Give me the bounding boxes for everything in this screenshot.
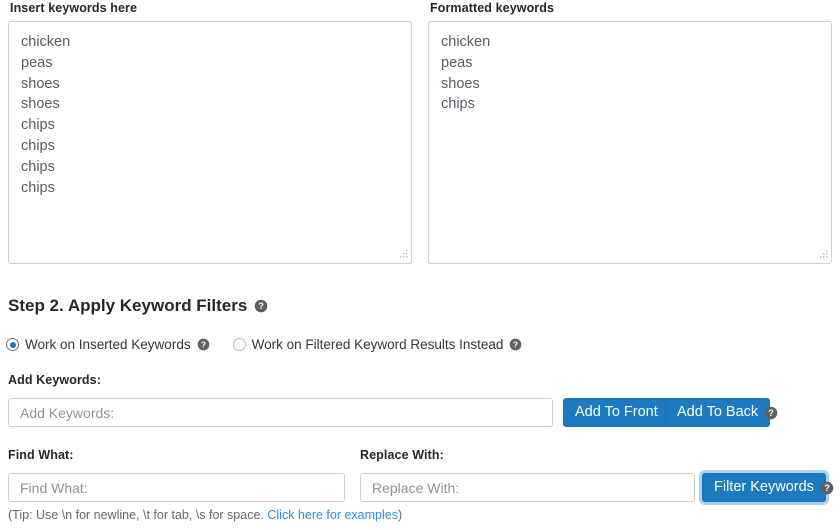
- step2-heading: Step 2. Apply Keyword Filters ?: [8, 296, 268, 316]
- step2-heading-text: Step 2. Apply Keyword Filters: [8, 296, 248, 315]
- svg-text:?: ?: [200, 339, 205, 349]
- question-mark-circle-icon[interactable]: ?: [764, 406, 778, 420]
- tip-suffix-text: ): [397, 508, 403, 522]
- tip-examples-link[interactable]: Click here for examples: [267, 508, 398, 522]
- svg-text:?: ?: [768, 408, 774, 418]
- insert-keywords-textarea[interactable]: chicken peas shoes shoes chips chips chi…: [8, 21, 412, 264]
- question-mark-circle-icon[interactable]: ?: [197, 338, 211, 352]
- keyword-filter-tool: Insert keywords here chicken peas shoes …: [0, 0, 840, 530]
- add-keywords-input[interactable]: [8, 398, 553, 427]
- tip-prefix-text: (Tip: Use \n for newline, \t for tab, \s…: [8, 508, 268, 522]
- formatted-keywords-column: Formatted keywords chicken peas shoes ch…: [420, 0, 840, 264]
- add-keywords-label: Add Keywords:: [8, 373, 101, 387]
- question-mark-circle-icon[interactable]: ?: [820, 481, 834, 495]
- insert-keywords-label: Insert keywords here: [10, 1, 138, 15]
- resize-grip-icon[interactable]: [817, 249, 829, 261]
- svg-text:?: ?: [513, 339, 518, 349]
- work-on-radio-group: Work on Inserted Keywords ? Work on Filt…: [6, 337, 523, 352]
- question-mark-circle-icon[interactable]: ?: [254, 299, 268, 313]
- find-what-input[interactable]: [8, 473, 345, 502]
- svg-text:?: ?: [824, 483, 830, 493]
- radio-work-on-filtered-results[interactable]: Work on Filtered Keyword Results Instead…: [232, 337, 524, 352]
- insert-keywords-column: Insert keywords here chicken peas shoes …: [0, 0, 420, 264]
- radio-filtered-results-label: Work on Filtered Keyword Results Instead: [251, 337, 504, 352]
- radio-filtered-results-control[interactable]: [232, 338, 246, 351]
- resize-grip-icon[interactable]: [397, 249, 409, 261]
- keyword-textareas-row: Insert keywords here chicken peas shoes …: [0, 0, 840, 264]
- find-what-label: Find What:: [8, 448, 74, 462]
- svg-text:?: ?: [259, 301, 265, 311]
- question-mark-circle-icon[interactable]: ?: [509, 338, 523, 352]
- radio-work-on-inserted-keywords[interactable]: Work on Inserted Keywords ?: [6, 337, 211, 352]
- tip-line: (Tip: Use \n for newline, \t for tab, \s…: [8, 508, 402, 522]
- formatted-keywords-textarea[interactable]: chicken peas shoes chips: [428, 21, 832, 264]
- add-to-back-button[interactable]: Add To Back: [665, 398, 771, 427]
- formatted-keywords-label: Formatted keywords: [430, 1, 555, 15]
- add-to-front-button[interactable]: Add To Front: [563, 398, 670, 427]
- radio-inserted-keywords-label: Work on Inserted Keywords: [25, 337, 191, 352]
- replace-with-input[interactable]: [360, 473, 695, 502]
- replace-with-label: Replace With:: [360, 448, 444, 462]
- filter-keywords-button[interactable]: Filter Keywords: [702, 473, 826, 502]
- radio-inserted-keywords-control[interactable]: [6, 338, 19, 351]
